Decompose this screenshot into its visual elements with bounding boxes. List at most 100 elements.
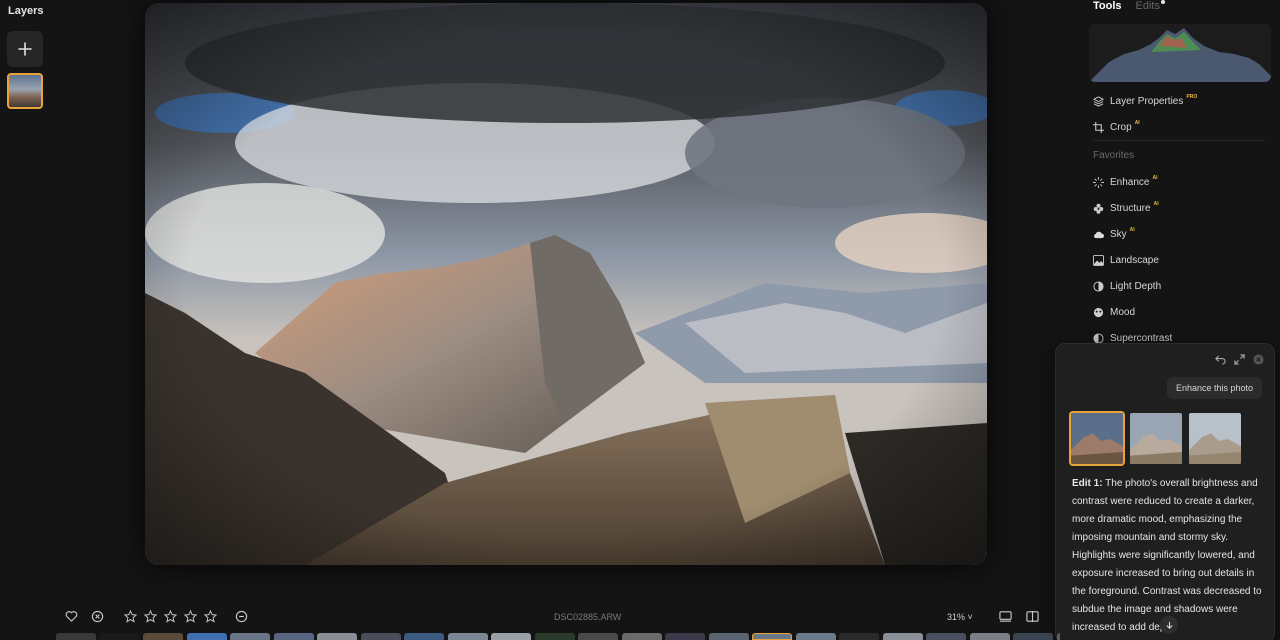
- filmstrip-thumbnail[interactable]: [578, 633, 618, 640]
- ai-badge: AI: [1134, 120, 1140, 126]
- variant-thumbnail-3[interactable]: [1187, 411, 1243, 466]
- tool-label: Light Depth: [1110, 280, 1162, 292]
- star-icon: [183, 609, 198, 623]
- filmstrip-thumbnail[interactable]: [1056, 633, 1060, 640]
- scroll-down-button[interactable]: [1160, 616, 1178, 634]
- filmstrip-thumbnail[interactable]: [404, 633, 444, 640]
- tab-edits-label: Edits: [1135, 0, 1160, 12]
- reject-icon: [91, 610, 104, 623]
- rating-star-5[interactable]: [203, 609, 218, 623]
- star-icon: [203, 609, 218, 623]
- file-name: DSC02885.ARW: [554, 612, 622, 622]
- filmstrip-thumbnail[interactable]: [491, 633, 531, 640]
- filmstrip-view-icon: [999, 611, 1012, 622]
- clear-rating-button[interactable]: [235, 610, 248, 623]
- tool-label: Crop: [1110, 121, 1132, 133]
- edits-indicator-dot: [1160, 0, 1165, 4]
- view-mode-button[interactable]: [999, 610, 1012, 623]
- tool-label: Landscape: [1110, 254, 1159, 266]
- filmstrip-thumbnail[interactable]: [839, 633, 879, 640]
- layer-thumbnail[interactable]: [7, 73, 43, 109]
- bottom-toolbar: DSC02885.ARW 31% ˅: [0, 604, 1060, 630]
- close-icon: [1253, 354, 1264, 365]
- tool-label: Supercontrast: [1110, 332, 1173, 344]
- rating-star-4[interactable]: [183, 609, 198, 623]
- tool-enhance[interactable]: Enhance AI: [1093, 173, 1157, 191]
- mood-icon: [1093, 307, 1104, 317]
- sparkle-icon: [1093, 176, 1104, 188]
- star-icon: [123, 609, 138, 623]
- filmstrip-thumbnail[interactable]: [1013, 633, 1053, 640]
- ai-badge: AI: [1129, 227, 1135, 233]
- rating-star-3[interactable]: [163, 609, 178, 623]
- expand-icon: [1234, 354, 1245, 365]
- filmstrip-thumbnail[interactable]: [795, 633, 836, 640]
- filmstrip: [0, 633, 1060, 640]
- filmstrip-thumbnail[interactable]: [708, 633, 749, 640]
- pro-badge: PRO: [1186, 94, 1198, 100]
- contrast-icon: [1093, 332, 1104, 344]
- tool-light-depth[interactable]: Light Depth: [1093, 277, 1161, 295]
- filmstrip-thumbnail[interactable]: [360, 633, 401, 640]
- minus-circle-icon: [235, 610, 248, 623]
- tool-label: Mood: [1110, 306, 1136, 318]
- add-layer-button[interactable]: [7, 31, 43, 67]
- filmstrip-thumbnail[interactable]: [230, 633, 270, 640]
- tool-mood[interactable]: Mood: [1093, 303, 1135, 321]
- tool-label: Sky: [1110, 228, 1127, 240]
- variant-thumbnail-2[interactable]: [1128, 411, 1184, 466]
- zoom-level[interactable]: 31% ˅: [947, 612, 973, 622]
- histogram-graph: [1089, 28, 1271, 82]
- half-circle-icon: [1093, 280, 1104, 292]
- reject-button[interactable]: [91, 610, 104, 623]
- tool-layer-properties[interactable]: Layer Properties PRO: [1093, 92, 1197, 110]
- filmstrip-thumbnail[interactable]: [143, 633, 183, 640]
- filmstrip-thumbnail[interactable]: [926, 633, 966, 640]
- filmstrip-thumbnail[interactable]: [969, 633, 1010, 640]
- favorite-button[interactable]: [65, 610, 78, 623]
- tool-sky[interactable]: Sky AI: [1093, 225, 1135, 243]
- tool-crop[interactable]: Crop AI: [1093, 118, 1140, 136]
- filmstrip-thumbnail[interactable]: [56, 633, 96, 640]
- tool-label: Enhance: [1110, 176, 1150, 188]
- compare-button[interactable]: [1026, 610, 1039, 623]
- filmstrip-thumbnail[interactable]: [186, 633, 227, 640]
- photo-canvas[interactable]: [145, 3, 987, 565]
- section-divider: [1093, 140, 1265, 141]
- variant-preview: [1189, 413, 1241, 464]
- filmstrip-thumbnail[interactable]: [273, 633, 314, 640]
- filmstrip-thumbnail[interactable]: [99, 633, 140, 640]
- star-icon: [163, 609, 178, 623]
- tool-label: Layer Properties: [1110, 95, 1184, 107]
- tab-tools[interactable]: Tools: [1093, 0, 1122, 12]
- variant-preview: [1071, 413, 1123, 464]
- filmstrip-thumbnail[interactable]: [621, 633, 662, 640]
- star-icon: [143, 609, 158, 623]
- filmstrip-thumbnail[interactable]: [447, 633, 488, 640]
- filmstrip-thumbnail[interactable]: [752, 633, 792, 640]
- compare-icon: [1026, 610, 1039, 623]
- close-button[interactable]: [1253, 352, 1264, 365]
- filmstrip-thumbnail[interactable]: [534, 633, 575, 640]
- tool-landscape[interactable]: Landscape: [1093, 251, 1159, 269]
- undo-icon: [1215, 355, 1226, 365]
- filmstrip-thumbnail[interactable]: [317, 633, 357, 640]
- rating-star-1[interactable]: [123, 609, 138, 623]
- tab-edits[interactable]: Edits: [1135, 0, 1165, 12]
- undo-button[interactable]: [1215, 352, 1226, 365]
- edit-body: The photo's overall brightness and contr…: [1072, 478, 1262, 633]
- rating-star-2[interactable]: [143, 609, 158, 623]
- filmstrip-thumbnail[interactable]: [882, 633, 923, 640]
- edit-description: Edit 1: The photo's overall brightness a…: [1072, 475, 1268, 637]
- luminar-app: Layers Tools Edits Layer Properties PRO …: [0, 0, 1280, 640]
- filmstrip-thumbnail[interactable]: [665, 633, 705, 640]
- variant-thumbnail-1[interactable]: [1069, 411, 1125, 466]
- tool-structure[interactable]: Structure AI: [1093, 199, 1159, 217]
- edit-heading: Edit 1:: [1072, 478, 1103, 489]
- favorites-label: Favorites: [1093, 150, 1135, 161]
- edit-variants: [1069, 411, 1243, 466]
- expand-button[interactable]: [1234, 352, 1245, 365]
- variant-preview: [1130, 413, 1182, 464]
- plus-icon: [18, 42, 32, 56]
- ai-assistant-panel: Enhance this photo Edit 1: The photo's o…: [1055, 343, 1275, 640]
